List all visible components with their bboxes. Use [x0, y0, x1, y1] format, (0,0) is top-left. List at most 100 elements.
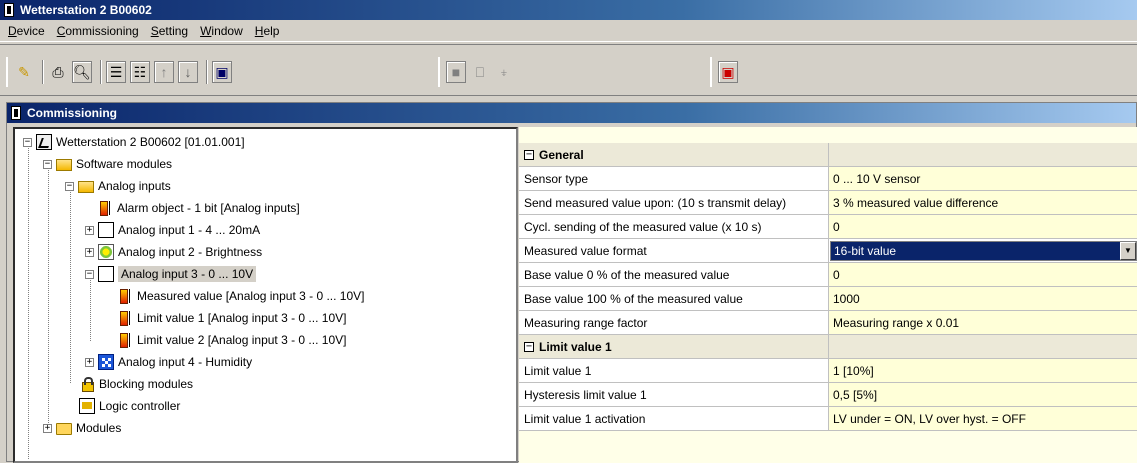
tree-node-label: Limit value 2 [Analog input 3 - 0 ... 10…: [137, 333, 347, 347]
tree-node-alarm-object[interactable]: Alarm object - 1 bit [Analog inputs]: [97, 197, 300, 219]
expand-toggle[interactable]: +: [85, 247, 94, 257]
param-value[interactable]: 0: [829, 215, 1137, 238]
tree-node-limit-value-2[interactable]: Limit value 2 [Analog input 3 - 0 ... 10…: [117, 329, 346, 351]
toolbar: ✎ ⎙ 🔍︎ ☰ ☷ ↑ ↓ ▣ ■ ⎕ ⍖ ▣: [0, 44, 1137, 96]
menu-window[interactable]: Window: [194, 24, 249, 38]
param-row[interactable]: Hysteresis limit value 1 0,5 [5%]: [519, 383, 1137, 407]
menu-bar: Device Commissioning Setting Window Help: [0, 20, 1137, 42]
collapse-toggle[interactable]: −: [23, 137, 32, 147]
param-row[interactable]: Sensor type 0 ... 10 V sensor: [519, 167, 1137, 191]
section-general[interactable]: − General: [519, 143, 1137, 167]
humidity-sensor-icon: [98, 354, 114, 370]
menu-commissioning[interactable]: Commissioning: [51, 24, 145, 38]
param-value[interactable]: 1 [10%]: [829, 359, 1137, 382]
param-value[interactable]: Measuring range x 0.01: [829, 311, 1137, 334]
menu-setting[interactable]: Setting: [145, 24, 194, 38]
section-header-value: [829, 143, 1137, 166]
menu-device-mnemonic: D: [8, 23, 17, 38]
tree-node-modules[interactable]: + Modules: [43, 417, 121, 439]
menu-device[interactable]: Device: [2, 24, 51, 38]
tree-node-device[interactable]: − Wetterstation 2 B00602 [01.01.001]: [23, 131, 245, 153]
param-value[interactable]: 16-bit value ▼: [829, 239, 1137, 262]
menu-setting-mnemonic: S: [150, 23, 159, 38]
section-limit-value-1[interactable]: − Limit value 1: [519, 335, 1137, 359]
calendar-icon[interactable]: ▣: [212, 61, 232, 83]
param-row[interactable]: Measured value format 16-bit value ▼: [519, 239, 1137, 263]
menu-setting-label: etting: [158, 23, 189, 38]
move-up-icon[interactable]: ↑: [154, 61, 174, 83]
menu-window-mnemonic: W: [200, 23, 212, 38]
param-value[interactable]: LV under = ON, LV over hyst. = OFF: [829, 407, 1137, 430]
menu-window-label: indow: [211, 23, 243, 38]
menu-help[interactable]: Help: [249, 24, 286, 38]
param-value[interactable]: 0,5 [5%]: [829, 383, 1137, 406]
param-row[interactable]: Base value 100 % of the measured value 1…: [519, 287, 1137, 311]
param-row[interactable]: Limit value 1 activation LV under = ON, …: [519, 407, 1137, 431]
collapse-toggle[interactable]: −: [65, 181, 74, 191]
toolbar-separator: [42, 60, 44, 84]
tree-node-analog-input-4[interactable]: + Analog input 4 - Humidity: [85, 351, 252, 373]
device-tree: − Wetterstation 2 B00602 [01.01.001] − S…: [13, 127, 518, 463]
param-value[interactable]: 3 % measured value difference: [829, 191, 1137, 214]
tree-node-label: Analog input 3 - 0 ... 10V: [118, 266, 257, 282]
voltage-sensor-icon: [98, 266, 114, 282]
list-icon[interactable]: ☰: [106, 61, 126, 83]
tree-node-software-modules[interactable]: − Software modules: [43, 153, 172, 175]
window-title-bar[interactable]: Wetterstation 2 B00602: [0, 0, 1137, 20]
expand-toggle[interactable]: +: [43, 423, 52, 433]
collapse-toggle[interactable]: −: [43, 159, 52, 169]
collapse-toggle[interactable]: −: [524, 149, 534, 160]
communication-object-icon: [117, 288, 133, 304]
tree-node-analog-input-3[interactable]: − Analog input 3 - 0 ... 10V: [85, 263, 257, 285]
param-value[interactable]: 0 ... 10 V sensor: [829, 167, 1137, 190]
current-sensor-icon: [98, 222, 114, 238]
section-header: − General: [519, 143, 829, 166]
param-row[interactable]: Cycl. sending of the measured value (x 1…: [519, 215, 1137, 239]
tree-icon[interactable]: ☷: [130, 61, 150, 83]
tree-node-label: Modules: [76, 421, 122, 435]
param-row[interactable]: Measuring range factor Measuring range x…: [519, 311, 1137, 335]
collapse-toggle[interactable]: −: [524, 341, 534, 352]
tree-node-analog-inputs[interactable]: − Analog inputs: [65, 175, 171, 197]
parameter-icon[interactable]: ✎: [14, 61, 34, 83]
window-icon[interactable]: ▣: [718, 61, 738, 83]
expand-toggle[interactable]: +: [85, 357, 94, 367]
expand-toggle[interactable]: +: [85, 225, 94, 235]
param-value[interactable]: 0: [829, 263, 1137, 286]
collapse-toggle[interactable]: −: [85, 269, 94, 279]
toolbar-group-device: ■ ⎕ ⍖: [438, 57, 518, 87]
tree-node-blocking-modules[interactable]: Blocking modules: [79, 373, 193, 395]
print-preview-icon[interactable]: 🔍︎: [72, 61, 92, 83]
communication-object-icon: [117, 332, 133, 348]
param-name: Measured value format: [519, 239, 829, 262]
toolbar-group-window: ▣: [710, 57, 742, 87]
commissioning-title-bar[interactable]: Commissioning: [7, 103, 1136, 123]
tree-connector-line: [70, 185, 71, 383]
measured-value-format-select[interactable]: 16-bit value ▼: [830, 240, 1137, 261]
tree-node-measured-value[interactable]: Measured value [Analog input 3 - 0 ... 1…: [117, 285, 364, 307]
param-value[interactable]: 1000: [829, 287, 1137, 310]
menu-commissioning-label: ommissioning: [65, 23, 139, 38]
tree-node-analog-input-2[interactable]: + Analog input 2 - Brightness: [85, 241, 262, 263]
chevron-down-icon[interactable]: ▼: [1120, 241, 1136, 260]
tree-node-label: Measured value [Analog input 3 - 0 ... 1…: [137, 289, 365, 303]
param-row[interactable]: Send measured value upon: (10 s transmit…: [519, 191, 1137, 215]
param-name: Limit value 1 activation: [519, 407, 829, 430]
device-disconnect-icon[interactable]: ⎕: [470, 61, 490, 83]
tree-node-analog-input-1[interactable]: + Analog input 1 - 4 ... 20mA: [85, 219, 260, 241]
move-down-icon[interactable]: ↓: [178, 61, 198, 83]
window-title: Wetterstation 2 B00602: [20, 3, 152, 17]
tree-node-limit-value-1[interactable]: Limit value 1 [Analog input 3 - 0 ... 10…: [117, 307, 346, 329]
lock-icon[interactable]: ■: [446, 61, 466, 83]
menu-device-label: evice: [16, 23, 45, 38]
device-connect-icon[interactable]: ⍖: [494, 61, 514, 83]
section-header-value: [829, 335, 1137, 358]
param-row[interactable]: Limit value 1 1 [10%]: [519, 359, 1137, 383]
lock-icon: [79, 376, 95, 392]
brightness-sensor-icon: [98, 244, 114, 260]
param-row[interactable]: Base value 0 % of the measured value 0: [519, 263, 1137, 287]
print-icon[interactable]: ⎙: [48, 61, 68, 83]
select-value: 16-bit value: [831, 241, 1120, 260]
tree-node-logic-controller[interactable]: Logic controller: [79, 395, 180, 417]
section-title: General: [539, 147, 584, 162]
